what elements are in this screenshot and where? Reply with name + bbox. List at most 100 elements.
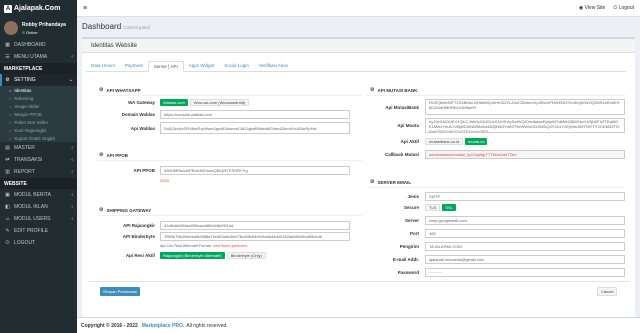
mutasibank-button[interactable]: mutasibank.co.id	[425, 138, 464, 145]
divider	[367, 187, 625, 188]
sidebar-subitem-image-slider[interactable]: ○ Image Slider	[0, 102, 77, 110]
api-wablas-row: Api Wablas SoEj2zeAvDRVfksFhpWwmJgcs82zi…	[97, 122, 350, 134]
dashboard-icon: ▦	[5, 42, 10, 48]
hamburger-menu-icon[interactable]: ≡	[83, 5, 87, 12]
domain-wablas-input[interactable]: https://console.wablas.com	[160, 110, 350, 119]
sidebar-item-modul-users[interactable]: ☺ MODUL USERS ‹	[0, 213, 77, 225]
cog-icon: ⚙	[99, 207, 104, 213]
api-binderbyte-row: API Binderbyte 7f5f9b7f8c99eeba5b55f8a7b…	[97, 232, 350, 241]
sidebar-subitem-paket-star-seller[interactable]: ○ Paket Star Seller	[0, 118, 77, 126]
report-icon: ▥	[5, 169, 10, 175]
jenis-row: Jenis SMTP	[367, 192, 625, 201]
moota-button[interactable]: moota.co	[465, 138, 488, 145]
sidebar-item-label: MODUL BERITA	[14, 192, 51, 198]
sidebar-item-report[interactable]: ▥ REPORT ‹	[0, 166, 77, 178]
user-status: Online	[22, 30, 66, 35]
sidebar-item-modul-iklan[interactable]: ◧ MODUL IKLAN ‹	[0, 201, 77, 213]
api-resi-aktif-label: Api Resi Aktif	[125, 253, 155, 258]
api-moota-row: Api Moota eyJ0eXAiOiJKV1QiLCJhbGciOiJSUz…	[367, 118, 625, 133]
sidebar-subitem-identitas[interactable]: ○ Identitas	[0, 86, 77, 94]
brand-logo[interactable]: A Ajalapak.Com	[0, 0, 77, 17]
power-icon: ⏻	[5, 240, 10, 246]
chevron-left-icon: ‹	[71, 169, 73, 175]
resi-binderbyte-button[interactable]: Binderbyte (Only)	[226, 252, 266, 259]
sidebar-item-setting[interactable]: ⚙ SETTING ⌄	[0, 74, 77, 86]
sidebar-item-logout[interactable]: ⏻ LOGOUT	[0, 237, 77, 249]
sidebar-subitem-margin-ppob[interactable]: ○ Margin PPOB	[0, 110, 77, 118]
api-moota-label: Api Moota	[397, 123, 419, 128]
api-aktif-label: Api Aktif	[400, 139, 419, 144]
wablas-button[interactable]: Wablas.com	[160, 99, 188, 106]
api-binderbyte-input[interactable]: 7f5f9b7f8c99eeba5b55f8a7bc963e6c08e73bc8…	[160, 232, 350, 241]
resi-rajaongkir-button[interactable]: Rajaongkir (Binderbyte Alternatif)	[160, 252, 225, 259]
divider	[97, 95, 362, 96]
api-rajaongkir-input[interactable]: 42d5c6e554aa809caa4d6b2e8d9f11dd	[160, 221, 350, 230]
api-mutasibank-input[interactable]: RUSQkMvNiT7ZXidfk3wJ2HsbWQJnHKZl2VLZmZ2Z…	[425, 99, 625, 115]
woowa-button[interactable]: Woo-wa.com (Woowandroid)	[189, 99, 250, 106]
logout-link[interactable]: ⏻ Logout	[613, 5, 634, 11]
server-input[interactable]: smtp.googlemail.com	[425, 216, 625, 225]
tab-data-umum[interactable]: Data Umum	[86, 61, 120, 71]
cog-icon: ⚙	[99, 87, 104, 93]
secure-label: Secure	[403, 205, 419, 210]
ssl-button[interactable]: SSL	[442, 204, 456, 211]
footer-copyright: Copyright © 2016 - 2022	[81, 322, 138, 329]
brand-name: Ajalapak.Com	[14, 5, 61, 12]
sidebar-item-menu-utama[interactable]: ☰ MENU UTAMA ‹	[0, 51, 77, 63]
jenis-input[interactable]: SMTP	[425, 192, 625, 201]
sidebar-item-modul-berita[interactable]: ▣ MODUL BERITA ‹	[0, 189, 77, 201]
view-site-link[interactable]: ◉ View Site	[579, 5, 606, 11]
section-title: SHIPPING GATEWAY	[106, 207, 152, 213]
chevron-down-icon: ⌄	[68, 77, 73, 83]
user-status-label: Online	[26, 29, 38, 35]
footer-brand-link[interactable]: Marketplace PRO.	[142, 323, 185, 329]
sidebar-item-master[interactable]: ▤ MASTER ‹	[0, 142, 77, 154]
tab-social-login[interactable]: Social Login	[219, 61, 254, 71]
api-moota-input[interactable]: eyJ0eXAiOiJKV1QiLCJhbGciOiJSUzI1NiJ9.eyJ…	[425, 118, 625, 133]
callback-mutasi-input[interactable]: administrator/mutasi_tyJOIgrflgrTTTbbaOo…	[425, 150, 625, 159]
grid-icon: ▤	[5, 145, 10, 151]
chevron-left-icon: ‹	[71, 216, 73, 222]
api-ppob-input[interactable]: 39KHMRaAJkPRoKiKEIooeQEiQRY97ElFE7rg	[160, 166, 350, 175]
circle-icon: ○	[9, 111, 12, 117]
brand-logo-icon: A	[4, 4, 12, 13]
users-icon: ☺	[5, 216, 11, 222]
port-input[interactable]: 465	[425, 229, 625, 238]
tab-verifikasi-akun[interactable]: Verifikasi Akun	[254, 61, 293, 71]
password-input[interactable]: ··········	[425, 268, 625, 277]
sidebar-subitem-kupon-gratis-ongkir[interactable]: ○ Kupon Gratis Ongkir	[0, 134, 77, 142]
wa-gateway-row: WA Gateway Wablas.com Woo-wa.com (Woowan…	[97, 99, 250, 106]
pengirim-input[interactable]: TA.IALAPAK.COM	[425, 242, 625, 251]
sidebar-item-transaksi[interactable]: ⇄ TRANSAKSI ‹	[0, 154, 77, 166]
circle-icon: ○	[9, 135, 12, 141]
sidebar-item-label: MENU UTAMA	[14, 54, 48, 60]
sidebar-item-label: SETTING	[14, 77, 36, 83]
bullhorn-icon: ◧	[5, 204, 10, 210]
port-label: Port	[410, 231, 419, 236]
tab-payment[interactable]: Payment	[120, 61, 148, 71]
sidebar-item-label: REPORT	[14, 169, 35, 175]
sidebar-item-label: DASHBOARD	[14, 42, 46, 48]
circle-icon: ○	[9, 127, 12, 133]
section-shipping-gateway: ⚙ SHIPPING GATEWAY	[99, 207, 151, 213]
tls-button[interactable]: TLS	[425, 204, 441, 211]
sidebar-subitem-label: Image Slider	[14, 103, 40, 109]
sidebar-subitem-label: Kurir Rajaongkir	[14, 127, 47, 133]
cancel-button[interactable]: Cancel	[597, 287, 618, 296]
sidebar-item-dashboard[interactable]: ▦ DASHBOARD	[0, 39, 77, 51]
avatar	[4, 21, 18, 35]
chevron-left-icon: ‹	[71, 204, 73, 210]
chevron-left-icon: ‹	[71, 192, 73, 198]
save-button[interactable]: Simpan Perubahan	[100, 287, 141, 296]
tab-server-api[interactable]: Server | API	[147, 61, 184, 72]
sidebar-subitem-label: Paket Star Seller	[14, 119, 49, 125]
tab-apps-widget[interactable]: Apps Widget	[184, 61, 220, 71]
api-resi-aktif-row: Api Resi Aktif Rajaongkir (Binderbyte Al…	[97, 252, 266, 259]
api-wablas-input[interactable]: SoEj2zeAvDRVfksFhpWwmJgcs82ziwnmCADJgkaR…	[160, 122, 350, 134]
email-addr-input[interactable]: ajalapak.indonesia@gmail.com	[425, 255, 625, 264]
sidebar-subitem-kurir-rajaongkir[interactable]: ○ Kurir Rajaongkir	[0, 126, 77, 134]
divider	[367, 95, 625, 96]
sidebar-subitem-rekening[interactable]: ○ Rekening	[0, 94, 77, 102]
sidebar-item-label: MODUL IKLAN	[14, 204, 48, 210]
sidebar-item-edit-profile[interactable]: ✎ EDIT PROFILE	[0, 225, 77, 237]
